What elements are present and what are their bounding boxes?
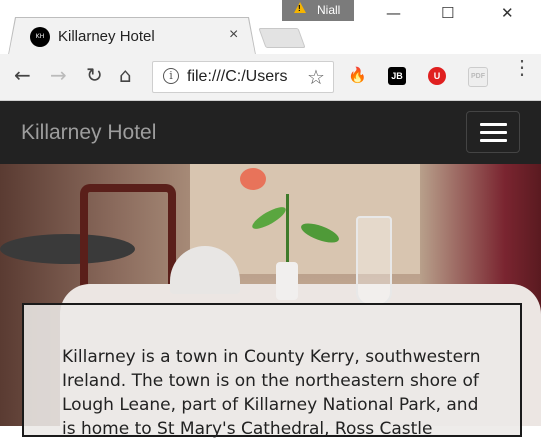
wine-glass xyxy=(356,216,392,306)
browser-titlebar: KH Killarney Hotel × ! Niall — ☐ ✕ xyxy=(0,0,541,54)
window-close-icon[interactable]: ✕ xyxy=(501,4,514,22)
flower-stem xyxy=(286,194,289,264)
hero-description: Killarney is a town in County Kerry, sou… xyxy=(62,347,481,439)
hamburger-icon-bar xyxy=(480,131,507,134)
jetbrains-extension-icon[interactable]: JB xyxy=(388,67,406,85)
browser-toolbar: ← → ↻ ⌂ i file:///C:/Users ☆ 🔥 JB U PDF … xyxy=(0,54,541,101)
home-icon[interactable]: ⌂ xyxy=(119,65,132,85)
tab-close-icon[interactable]: × xyxy=(229,26,238,44)
hamburger-icon-bar xyxy=(480,139,507,142)
url-text[interactable]: file:///C:/Users xyxy=(187,68,287,86)
site-brand[interactable]: Killarney Hotel xyxy=(21,121,156,145)
bookmark-star-icon[interactable]: ☆ xyxy=(307,65,325,90)
pdf-extension-icon[interactable]: PDF xyxy=(468,67,488,87)
tab-title: Killarney Hotel xyxy=(58,28,155,45)
site-info-icon[interactable]: i xyxy=(163,68,179,84)
forward-icon[interactable]: → xyxy=(50,65,67,85)
info-card: Killarney is a town in County Kerry, sou… xyxy=(22,303,522,439)
profile-name: Niall xyxy=(317,3,341,17)
profile-button[interactable]: ! Niall xyxy=(282,0,354,21)
warning-mark: ! xyxy=(298,4,301,13)
reload-icon[interactable]: ↻ xyxy=(86,65,103,85)
new-tab-button[interactable] xyxy=(258,28,306,48)
flame-extension-icon[interactable]: 🔥 xyxy=(348,67,367,85)
address-bar[interactable]: i file:///C:/Users ☆ xyxy=(152,61,334,93)
rose-flower xyxy=(240,168,266,190)
vase xyxy=(276,262,298,300)
minimize-icon[interactable]: — xyxy=(386,4,401,22)
hamburger-icon-bar xyxy=(480,123,507,126)
back-icon[interactable]: ← xyxy=(14,65,31,85)
menu-toggle-button[interactable] xyxy=(466,111,520,153)
site-navbar: Killarney Hotel xyxy=(0,101,541,164)
browser-menu-icon[interactable]: ⋮ xyxy=(512,58,532,78)
tab-favicon-icon: KH xyxy=(30,27,50,47)
ublock-extension-icon[interactable]: U xyxy=(428,67,446,85)
maximize-icon[interactable]: ☐ xyxy=(441,4,454,22)
